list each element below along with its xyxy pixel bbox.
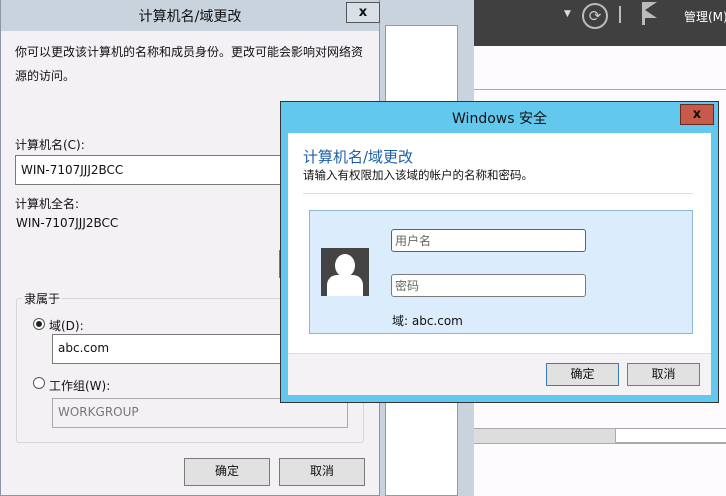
scrollbar-thumb[interactable] bbox=[474, 429, 616, 443]
server-manager-toolbar: ▼ ⟳ 管理(M) bbox=[474, 0, 726, 46]
dialog-footer: 确定 取消 bbox=[288, 353, 711, 395]
dialog-heading: 计算机名/域更改 bbox=[303, 148, 414, 166]
dialog-title: Windows 安全 bbox=[452, 111, 547, 127]
ok-button[interactable]: 确定 bbox=[184, 458, 270, 486]
close-button[interactable]: x bbox=[680, 104, 714, 125]
cancel-button[interactable]: 取消 bbox=[627, 363, 700, 386]
description: 你可以更改该计算机的名称和成员身份。更改可能会影响对网络资源的访问。 bbox=[15, 45, 364, 83]
dialog-content: 计算机名/域更改 请输入有权限加入该域的帐户的名称和密码。 用户名 密码 域: … bbox=[288, 133, 711, 395]
domain-radio[interactable] bbox=[33, 318, 45, 330]
manage-menu[interactable]: 管理(M) bbox=[684, 8, 726, 25]
credential-panel: 用户名 密码 域: abc.com bbox=[309, 210, 693, 334]
workgroup-radio[interactable] bbox=[33, 377, 45, 389]
username-input[interactable]: 用户名 bbox=[391, 229, 586, 252]
full-name-value: WIN-7107JJJ2BCC bbox=[16, 216, 119, 230]
domain-text: 域: abc.com bbox=[392, 314, 463, 328]
divider bbox=[474, 89, 726, 90]
windows-security-dialog: Windows 安全 x 计算机名/域更改 请输入有权限加入该域的帐户的名称和密… bbox=[280, 101, 719, 403]
workgroup-label: 工作组(W): bbox=[49, 379, 111, 393]
close-button[interactable]: x bbox=[346, 2, 380, 23]
ok-button[interactable]: 确定 bbox=[546, 363, 619, 386]
computer-name-input[interactable]: WIN-7107JJJ2BCC bbox=[15, 155, 315, 185]
dropdown-arrow-icon[interactable]: ▼ bbox=[564, 9, 571, 19]
password-input[interactable]: 密码 bbox=[391, 274, 586, 297]
refresh-icon[interactable]: ⟳ bbox=[582, 3, 608, 29]
computer-name-label: 计算机名(C): bbox=[15, 138, 85, 152]
user-avatar-icon bbox=[321, 248, 369, 296]
dialog-title: 计算机名/域更改 bbox=[138, 9, 242, 25]
full-name-label: 计算机全名: bbox=[15, 197, 80, 211]
flag-icon-shape bbox=[645, 2, 657, 18]
toolbar-separator bbox=[619, 6, 621, 23]
dialog-subheading: 请输入有权限加入该域的帐户的名称和密码。 bbox=[303, 168, 533, 182]
horizontal-scrollbar[interactable] bbox=[474, 428, 726, 444]
domain-input[interactable]: abc.com bbox=[52, 334, 312, 364]
domain-label: 域(D): bbox=[49, 319, 84, 333]
divider bbox=[303, 193, 693, 194]
cancel-button[interactable]: 取消 bbox=[279, 458, 365, 486]
member-of-label: 隶属于 bbox=[22, 290, 63, 307]
